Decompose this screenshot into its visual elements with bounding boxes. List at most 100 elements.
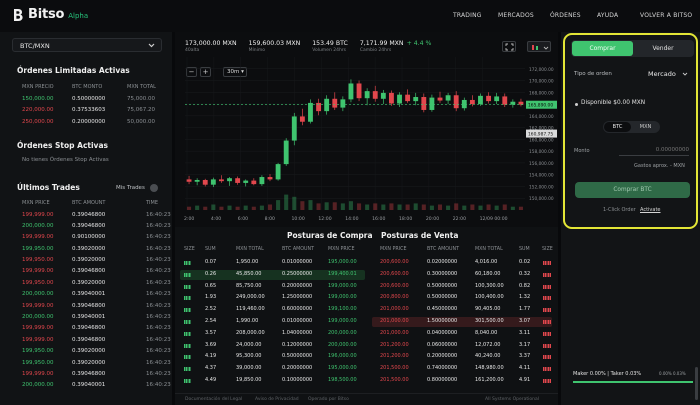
- trade-price: 199,999.00: [22, 370, 54, 377]
- volume-bar: [300, 201, 305, 210]
- sell-price[interactable]: 200,600.00: [380, 281, 409, 293]
- nav-mercados[interactable]: MERCADOS: [498, 12, 534, 19]
- bullet-icon: [575, 103, 578, 106]
- currency-btc-tab[interactable]: BTC: [604, 122, 631, 132]
- candle-body: [405, 94, 411, 102]
- candle-body: [316, 102, 321, 112]
- footer-privacy[interactable]: Aviso de Privacidad: [255, 397, 299, 402]
- volume-bar: [462, 205, 467, 210]
- sell-price[interactable]: 201,200.00: [380, 351, 409, 363]
- sell-price[interactable]: 200,600.00: [380, 257, 409, 269]
- sell-sum: 3.11: [519, 329, 531, 336]
- chevron-down-icon: [682, 72, 688, 76]
- volume-bar: [195, 205, 200, 210]
- volume-bar: [324, 202, 329, 210]
- sell-total: 301,500.00: [475, 317, 504, 324]
- footer-legal[interactable]: Documentación del Legal: [185, 397, 242, 402]
- trade-price: 199,999.00: [22, 234, 54, 241]
- order-type-select[interactable]: Mercado: [648, 70, 676, 78]
- x-tick-label: 20:00: [426, 216, 439, 222]
- volume-bar: [381, 204, 386, 210]
- volume-bar: [446, 205, 451, 210]
- trade-amount: 0.39046800: [72, 325, 106, 332]
- buy-tab[interactable]: Comprar: [572, 41, 633, 56]
- trade-row: 200,000.00 0.39040001 16:40:23: [22, 289, 171, 300]
- candle-body: [219, 179, 224, 182]
- footer-status[interactable]: All Systems Operational: [485, 397, 539, 402]
- col-header: TIME: [146, 200, 159, 206]
- candle-body: [429, 97, 435, 110]
- sell-price[interactable]: 201,000.00: [380, 328, 409, 340]
- one-click-activate-link[interactable]: Activate: [640, 207, 661, 213]
- currency-toggle: BTC MXN: [603, 121, 660, 133]
- buy-amount: 0.10000000: [282, 376, 313, 383]
- sell-price[interactable]: 201,500.00: [380, 363, 409, 375]
- sell-price[interactable]: 201,000.00: [380, 316, 409, 328]
- sell-tab[interactable]: Vender: [633, 41, 693, 56]
- trade-amount: 0.39020000: [72, 245, 106, 252]
- fee-progress-fill: [573, 381, 693, 383]
- nav-ordenes[interactable]: ÓRDENES: [550, 12, 581, 19]
- sell-total: 60,180.00: [475, 270, 501, 277]
- price-chart[interactable]: 172,000.00170,000.00168,000.00166,000.00…: [175, 32, 558, 227]
- orderbook-row: 2.52 119,460.00 0.60000000 199,100.00 201,00…: [175, 304, 558, 316]
- trade-amount: 0.39046800: [72, 302, 106, 309]
- buy-price[interactable]: 199,000.00: [328, 316, 357, 328]
- one-click-label: 1-Click Order: [603, 207, 636, 213]
- sell-price[interactable]: 201,000.00: [380, 304, 409, 316]
- candle-body: [364, 91, 370, 99]
- sell-price[interactable]: 200,800.00: [380, 292, 409, 304]
- trade-amount: 0.90100000: [72, 234, 106, 241]
- trade-price: 199,950.00: [22, 279, 54, 286]
- limit-order-row[interactable]: 220,000.00 0.37533603 75,067.20: [22, 105, 162, 117]
- col-header: MXN TOTAL: [236, 247, 264, 252]
- buy-price[interactable]: 195,000.00: [328, 257, 357, 269]
- nav-trading[interactable]: TRADING: [453, 12, 482, 19]
- candle-body: [461, 99, 467, 109]
- buy-depth-bar: [184, 367, 191, 372]
- buy-amount: 1.04000000: [282, 329, 313, 336]
- buy-price[interactable]: 195,000.00: [328, 363, 357, 375]
- order-total: 50,000.00: [127, 118, 155, 125]
- sell-price[interactable]: 201,200.00: [380, 340, 409, 352]
- currency-mxn-tab[interactable]: MXN: [632, 122, 659, 132]
- limit-order-row[interactable]: 150,000.00 0.50000000 75,000.00: [22, 94, 162, 106]
- trade-amount: 0.39046800: [72, 370, 106, 377]
- volume-bar: [478, 205, 483, 210]
- mid-price-label: 160,987.75: [528, 132, 553, 138]
- nav-ayuda[interactable]: AYUDA: [597, 12, 618, 19]
- buy-price[interactable]: 199,100.00: [328, 304, 357, 316]
- scrollbar[interactable]: [695, 367, 698, 400]
- volume-bar: [267, 204, 273, 210]
- buy-amount: 0.01000000: [282, 259, 313, 265]
- buy-price[interactable]: 196,000.00: [328, 351, 357, 363]
- amount-input[interactable]: [619, 144, 689, 156]
- footer-operated[interactable]: Operado por Bitso: [308, 397, 349, 402]
- volume-bar: [421, 204, 426, 210]
- limit-order-row[interactable]: 250,000.00 0.20000000 50,000.00: [22, 117, 162, 129]
- submit-buy-button[interactable]: Comprar BTC: [575, 182, 690, 198]
- buy-price[interactable]: 199,400.01: [328, 269, 357, 281]
- col-header: SIZE: [184, 247, 195, 252]
- logo[interactable]: Bitso Alpha: [12, 7, 88, 22]
- volume-bar: [494, 205, 499, 210]
- sell-total: 40,240.00: [475, 353, 501, 360]
- buy-price[interactable]: 200,000.00: [328, 340, 357, 352]
- trade-amount: 0.39046800: [72, 222, 106, 229]
- volume-bar: [365, 204, 370, 210]
- trade-time: 16:40:23: [146, 370, 171, 377]
- buy-price[interactable]: 200,000.00: [328, 328, 357, 340]
- buy-price[interactable]: 199,000.00: [328, 292, 357, 304]
- sell-price[interactable]: 200,600.00: [380, 269, 409, 281]
- volume-bar: [340, 203, 345, 210]
- my-trades-toggle[interactable]: [150, 184, 158, 192]
- my-trades-label: Mis Trades: [116, 185, 145, 191]
- sell-price[interactable]: 201,500.00: [380, 375, 409, 387]
- pair-selector[interactable]: BTC/MXN: [12, 38, 162, 52]
- nav-volver[interactable]: VOLVER A BITSO: [640, 12, 692, 19]
- buy-price[interactable]: 198,500.00: [328, 375, 357, 387]
- sell-sum: 1.77: [519, 306, 531, 313]
- sell-depth-bar: [543, 355, 551, 360]
- buy-price[interactable]: 199,000.00: [328, 281, 357, 293]
- sell-total: 100,400.00: [475, 294, 504, 301]
